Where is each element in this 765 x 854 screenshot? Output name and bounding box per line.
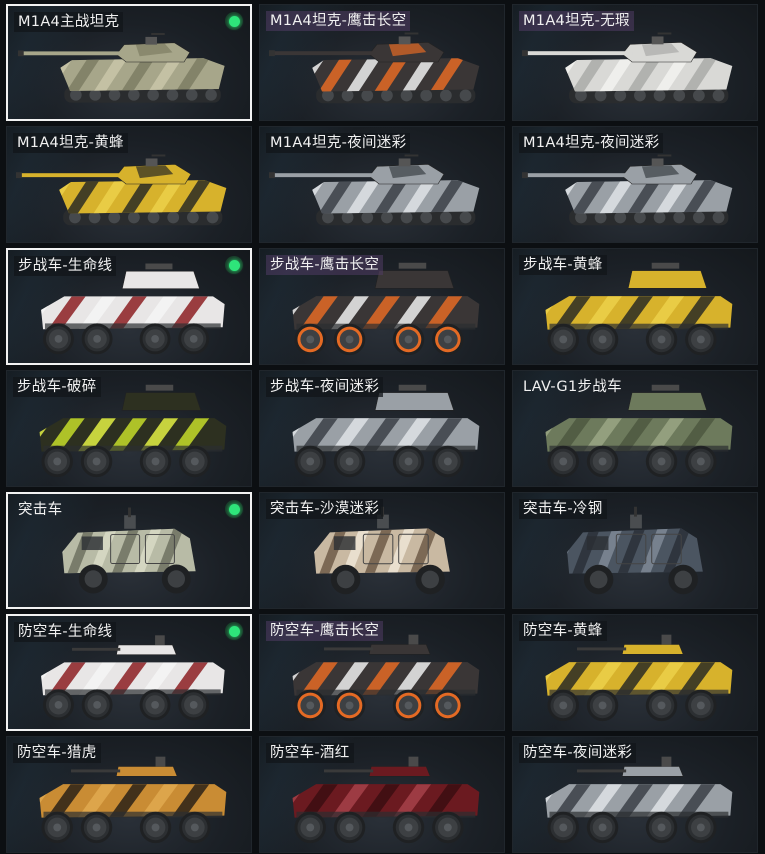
vehicle-name-label: 步战车-夜间迷彩: [266, 377, 384, 397]
vehicle-name-label: M1A4坦克-无瑕: [519, 11, 634, 31]
vehicle-skin-card[interactable]: M1A4坦克-无瑕: [512, 4, 758, 121]
vehicle-skin-card[interactable]: M1A4坦克-黄蜂: [6, 126, 252, 243]
tank-model: [521, 154, 733, 226]
ifv-model: [41, 263, 225, 355]
vehicle-skin-card[interactable]: M1A4坦克-夜间迷彩: [259, 126, 505, 243]
vehicle-name-label: 防空车-酒红: [266, 743, 354, 763]
tank-model: [17, 33, 225, 103]
vehicle-skin-card[interactable]: 步战车-黄蜂: [512, 248, 758, 365]
aa-vehicle-model: [41, 635, 225, 721]
vehicle-name-label: M1A4坦克-黄蜂: [13, 133, 128, 153]
vehicle-skin-card[interactable]: 步战车-生命线: [6, 248, 252, 365]
tank-model: [268, 154, 480, 226]
vehicle-skin-card[interactable]: 突击车-冷钢: [512, 492, 758, 609]
ifv-model: [292, 384, 480, 478]
assault-vehicle-model: [62, 507, 196, 594]
vehicle-skin-grid: M1A4主战坦克 M1A4坦克-鹰击长空 M1A4坦克-无瑕 M1A4坦克-黄蜂 M1A…: [0, 0, 765, 854]
vehicle-skin-card[interactable]: 防空车-猎虎: [6, 736, 252, 853]
vehicle-skin-card[interactable]: 防空车-夜间迷彩: [512, 736, 758, 853]
vehicle-name-label: M1A4坦克-夜间迷彩: [266, 133, 411, 153]
vehicle-name-label: 步战车-黄蜂: [519, 255, 607, 275]
ifv-model: [545, 384, 733, 478]
vehicle-skin-card[interactable]: 步战车-鹰击长空: [259, 248, 505, 365]
equipped-indicator-icon: [225, 12, 243, 30]
equipped-indicator-icon: [225, 256, 243, 274]
aa-vehicle-model: [39, 756, 227, 844]
aa-vehicle-model: [545, 634, 733, 722]
assault-vehicle-model: [567, 506, 703, 595]
vehicle-name-label: 突击车: [18, 502, 63, 518]
vehicle-skin-card[interactable]: LAV-G1步战车: [512, 370, 758, 487]
vehicle-name-label: 防空车-夜间迷彩: [519, 743, 637, 763]
vehicle-skin-card[interactable]: M1A4主战坦克: [6, 4, 252, 121]
vehicle-skin-card[interactable]: 突击车-沙漠迷彩: [259, 492, 505, 609]
vehicle-skin-card[interactable]: 步战车-夜间迷彩: [259, 370, 505, 487]
ifv-model: [39, 384, 227, 478]
vehicle-skin-card[interactable]: 突击车: [6, 492, 252, 609]
vehicle-name-label: M1A4主战坦克: [14, 12, 124, 32]
aa-vehicle-model: [292, 756, 480, 844]
ifv-model: [545, 262, 733, 356]
vehicle-name-label: 步战车-生命线: [14, 256, 117, 276]
vehicle-name-label: 步战车-破碎: [13, 377, 101, 397]
vehicle-name-label: 防空车-黄蜂: [519, 621, 607, 641]
vehicle-skin-card[interactable]: 防空车-酒红: [259, 736, 505, 853]
vehicle-skin-card[interactable]: M1A4坦克-鹰击长空: [259, 4, 505, 121]
vehicle-name-label: 步战车-鹰击长空: [266, 255, 384, 275]
assault-vehicle-model: [314, 506, 450, 595]
aa-vehicle-model: [292, 634, 480, 722]
vehicle-name-label: M1A4坦克-鹰击长空: [266, 11, 411, 31]
vehicle-name-label: 防空车-生命线: [14, 622, 117, 642]
vehicle-name-label: 防空车-猎虎: [13, 743, 101, 763]
vehicle-skin-card[interactable]: 步战车-破碎: [6, 370, 252, 487]
vehicle-name-label: 突击车-沙漠迷彩: [266, 499, 384, 519]
vehicle-skin-card[interactable]: M1A4坦克-夜间迷彩: [512, 126, 758, 243]
vehicle-skin-card[interactable]: 防空车-生命线: [6, 614, 252, 731]
tank-model: [521, 32, 733, 104]
tank-model: [15, 154, 227, 226]
vehicle-name-label: 突击车-冷钢: [519, 499, 607, 519]
vehicle-skin-card[interactable]: 防空车-黄蜂: [512, 614, 758, 731]
equipped-indicator-icon: [225, 500, 243, 518]
vehicle-skin-card[interactable]: 防空车-鹰击长空: [259, 614, 505, 731]
vehicle-name-label: M1A4坦克-夜间迷彩: [519, 133, 664, 153]
vehicle-name-label: 防空车-鹰击长空: [266, 621, 384, 641]
aa-vehicle-model: [545, 756, 733, 844]
ifv-model: [292, 262, 480, 356]
tank-model: [268, 32, 480, 104]
equipped-indicator-icon: [225, 622, 243, 640]
vehicle-name-label: LAV-G1步战车: [523, 379, 622, 395]
